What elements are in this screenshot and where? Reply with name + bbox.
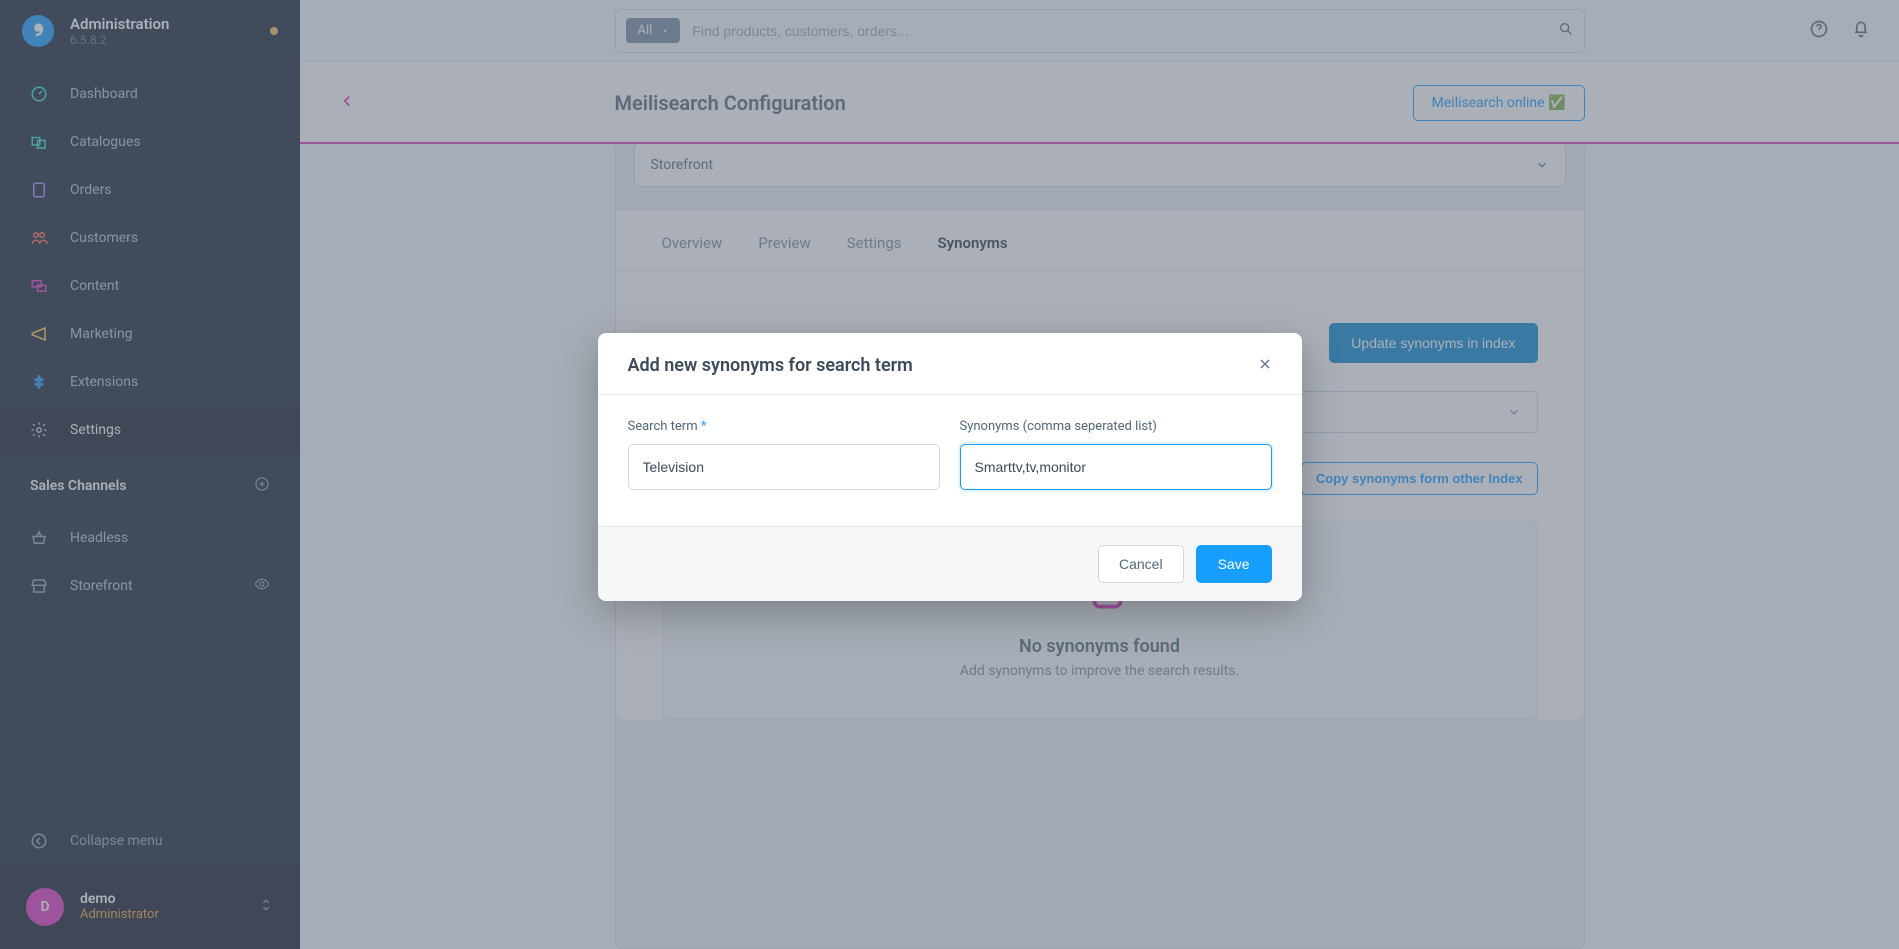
modal-backdrop: Add new synonyms for search term Search … <box>0 0 1899 949</box>
required-mark: * <box>701 419 707 434</box>
cancel-button[interactable]: Cancel <box>1098 545 1184 583</box>
add-synonyms-modal: Add new synonyms for search term Search … <box>598 333 1302 601</box>
search-term-field: Search term * <box>628 419 940 490</box>
modal-footer: Cancel Save <box>598 526 1302 601</box>
search-term-label: Search term * <box>628 419 940 434</box>
save-button[interactable]: Save <box>1196 545 1272 583</box>
close-icon[interactable] <box>1258 356 1272 375</box>
synonyms-field: Synonyms (comma seperated list) <box>960 419 1272 490</box>
synonyms-label: Synonyms (comma seperated list) <box>960 419 1272 434</box>
search-term-input[interactable] <box>628 444 940 490</box>
modal-title: Add new synonyms for search term <box>628 355 913 376</box>
modal-header: Add new synonyms for search term <box>598 333 1302 395</box>
modal-body: Search term * Synonyms (comma seperated … <box>598 395 1302 526</box>
synonyms-input[interactable] <box>960 444 1272 490</box>
